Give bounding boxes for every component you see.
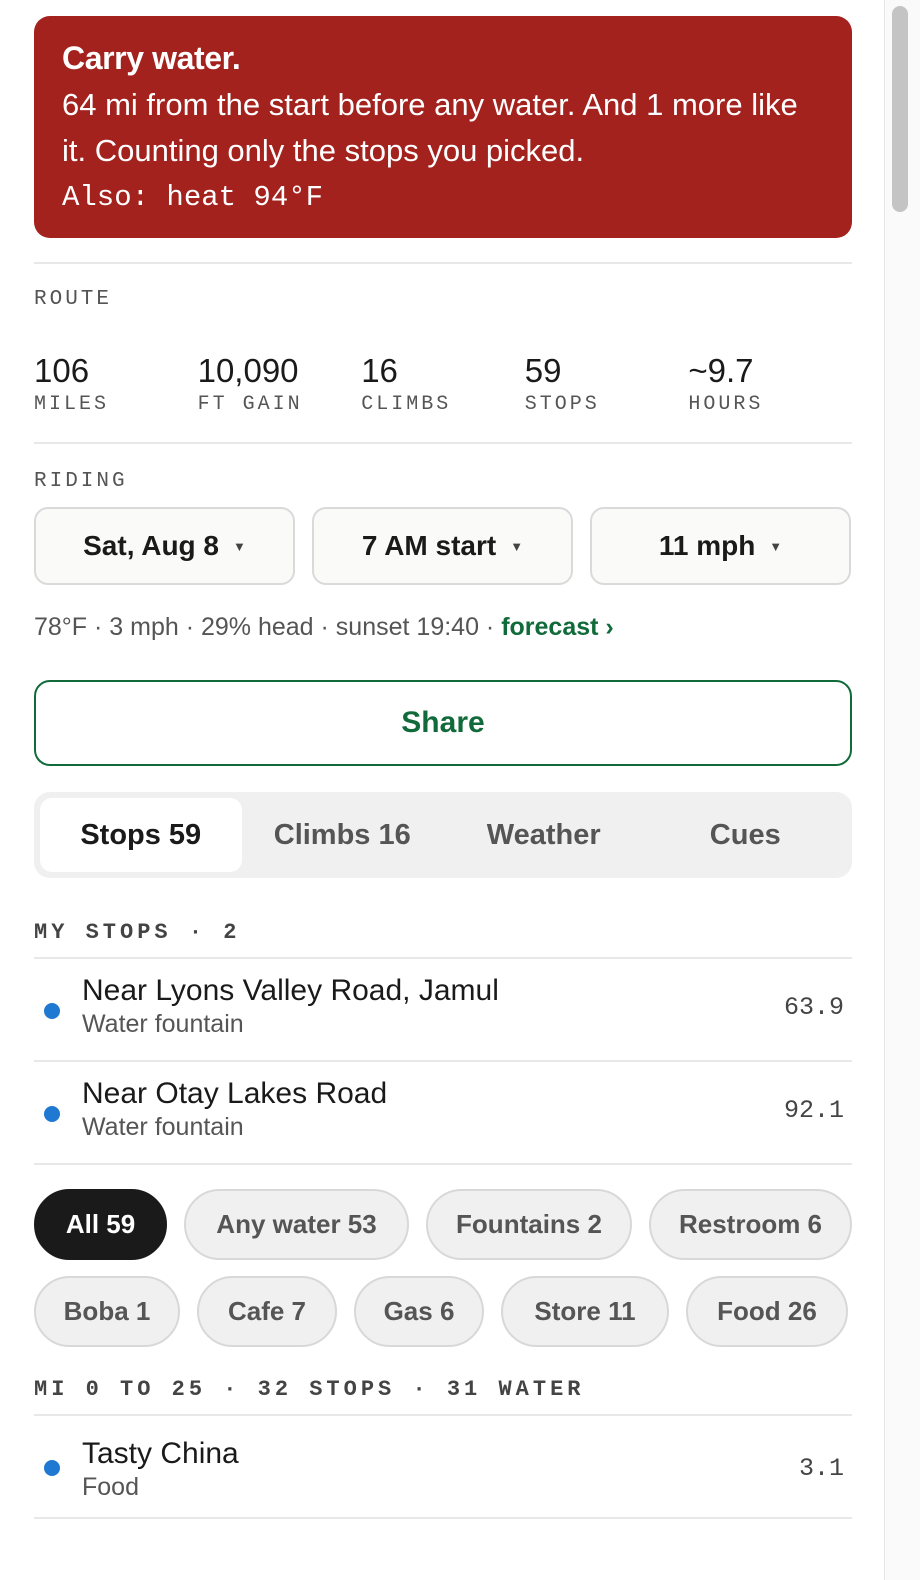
my-stops-heading: MY STOPS · 2 — [34, 920, 241, 945]
stop-dot-icon — [44, 1460, 60, 1476]
stop-type: Water fountain — [82, 1113, 244, 1141]
stop-mile: 3.1 — [798, 1454, 844, 1483]
date-select[interactable]: Sat, Aug 8 ▼ — [34, 507, 295, 585]
stop-mile: 92.1 — [783, 1096, 844, 1125]
chip-gas[interactable]: Gas 6 — [354, 1276, 484, 1347]
stat-label: MILES — [34, 393, 110, 416]
filter-chips: All 59 Any water 53 Fountains 2 Restroom… — [34, 1189, 852, 1347]
water-alert: Carry water. 64 mi from the start before… — [34, 16, 852, 238]
stop-row[interactable]: Tasty China Food 3.1 — [34, 1416, 852, 1519]
share-button-label: Share — [401, 706, 485, 739]
my-stop-row[interactable]: Near Lyons Valley Road, Jamul Water foun… — [34, 959, 852, 1062]
stat-stops: 59 STOPS — [525, 351, 689, 416]
date-select-value: Sat, Aug 8 — [83, 530, 219, 561]
stat-label: STOPS — [524, 393, 600, 416]
start-time-select-value: 7 AM start — [361, 530, 497, 561]
tab-bar: Stops 59 Climbs 16 Weather Cues — [34, 792, 852, 878]
stat-value: 59 — [524, 352, 562, 389]
forecast-link[interactable]: forecast › — [501, 613, 614, 641]
stat-hours: ~9.7 HOURS — [688, 351, 852, 416]
stop-type: Water fountain — [82, 1010, 244, 1038]
chip-row: All 59 Any water 53 Fountains 2 Restroom… — [34, 1189, 852, 1260]
route-stats: 106 MILES 10,090 FT GAIN 16 CLIMBS 59 ST… — [34, 351, 852, 416]
chip-store[interactable]: Store 11 — [501, 1276, 669, 1347]
scrollbar-track[interactable] — [884, 0, 920, 1580]
tab-stops[interactable]: Stops 59 — [40, 798, 242, 872]
my-stop-row[interactable]: Near Otay Lakes Road Water fountain 92.1 — [34, 1062, 852, 1165]
speed-select-value: 11 mph — [658, 530, 756, 561]
weather-summary-text: 78°F · 3 mph · 29% head · sunset 19:40 · — [34, 613, 502, 641]
start-time-select[interactable]: 7 AM start ▼ — [312, 507, 573, 585]
stat-climbs: 16 CLIMBS — [361, 351, 525, 416]
chip-boba[interactable]: Boba 1 — [34, 1276, 180, 1347]
riding-label: RIDING — [34, 470, 128, 493]
riding-section: RIDING Sat, Aug 8 ▼ 7 AM start ▼ 11 mph … — [34, 444, 852, 644]
page-content: Carry water. 64 mi from the start before… — [34, 16, 852, 1519]
stat-label: HOURS — [688, 393, 764, 416]
weather-summary: 78°F · 3 mph · 29% head · sunset 19:40 ·… — [34, 610, 852, 644]
stop-name: Near Lyons Valley Road, Jamul — [82, 974, 499, 1007]
chip-fountains[interactable]: Fountains 2 — [426, 1189, 632, 1260]
stat-value: 106 — [34, 352, 90, 389]
stop-name: Tasty China — [82, 1437, 239, 1470]
chip-all[interactable]: All 59 — [34, 1189, 167, 1260]
riding-selects: Sat, Aug 8 ▼ 7 AM start ▼ 11 mph ▼ — [34, 507, 852, 585]
tab-climbs[interactable]: Climbs 16 — [242, 798, 444, 872]
caret-down-icon: ▼ — [233, 538, 246, 554]
stat-ft-gain: 10,090 FT GAIN — [198, 351, 362, 416]
route-label: ROUTE — [34, 288, 113, 311]
alert-title: Carry water. — [62, 40, 241, 76]
stop-dot-icon — [44, 1106, 60, 1122]
chip-row: Boba 1 Cafe 7 Gas 6 Store 11 Food 26 — [34, 1276, 852, 1347]
stop-type: Food — [82, 1473, 139, 1501]
route-section: ROUTE 106 MILES 10,090 FT GAIN 16 CLIMBS… — [34, 264, 852, 442]
caret-down-icon: ▼ — [769, 538, 783, 554]
chip-any-water[interactable]: Any water 53 — [184, 1189, 409, 1260]
stop-dot-icon — [44, 1003, 60, 1019]
stat-label: CLIMBS — [361, 393, 452, 416]
stat-value: 10,090 — [197, 352, 299, 389]
stop-mile: 63.9 — [783, 993, 844, 1022]
speed-select[interactable]: 11 mph ▼ — [590, 507, 851, 585]
tab-cues[interactable]: Cues — [645, 798, 847, 872]
stop-name: Near Otay Lakes Road — [82, 1077, 388, 1110]
chip-food[interactable]: Food 26 — [686, 1276, 848, 1347]
share-button[interactable]: Share — [34, 680, 852, 766]
mile-group-heading: MI 0 TO 25 · 32 STOPS · 31 WATER — [34, 1377, 585, 1402]
stat-value: 16 — [361, 352, 398, 389]
caret-down-icon: ▼ — [510, 538, 524, 554]
stat-miles: 106 MILES — [34, 351, 198, 416]
alert-also: Also: heat 94°F — [62, 181, 324, 214]
chip-restroom[interactable]: Restroom 6 — [649, 1189, 852, 1260]
stat-label: FT GAIN — [197, 393, 303, 416]
scrollbar-thumb[interactable] — [892, 6, 908, 212]
chip-cafe[interactable]: Cafe 7 — [197, 1276, 337, 1347]
stat-value: ~9.7 — [688, 352, 754, 389]
alert-body: 64 mi from the start before any water. A… — [62, 87, 798, 168]
tab-weather[interactable]: Weather — [443, 798, 645, 872]
